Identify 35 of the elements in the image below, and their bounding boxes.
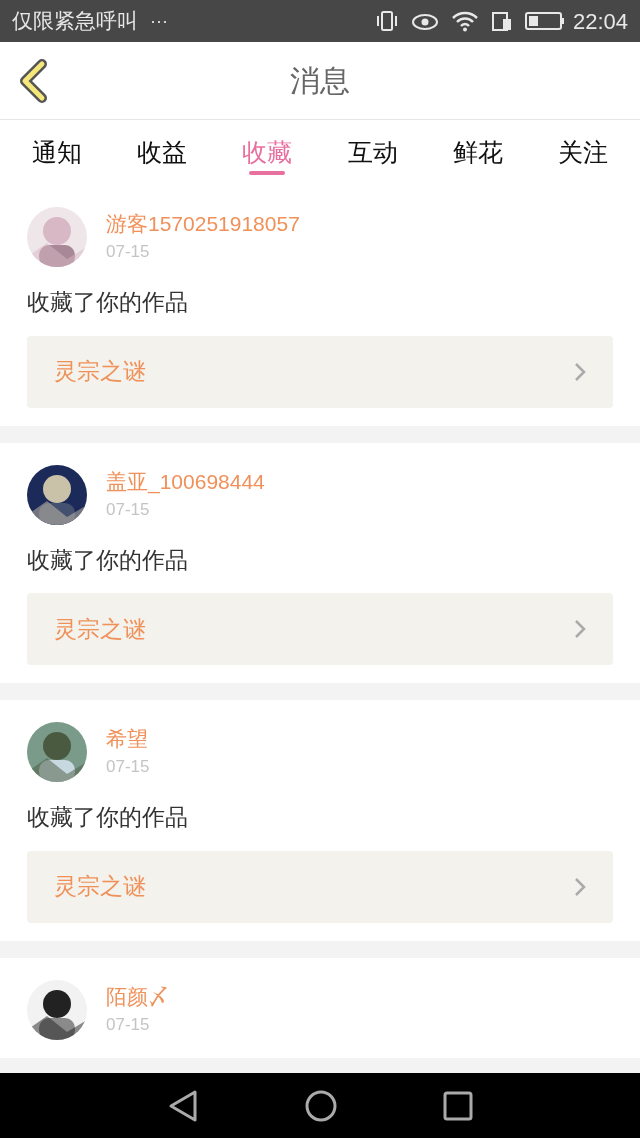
chevron-right-icon bbox=[574, 876, 586, 897]
battery-icon bbox=[524, 11, 565, 31]
user-name[interactable]: 希望 bbox=[106, 724, 150, 754]
wifi-icon bbox=[450, 10, 479, 32]
work-link[interactable]: 灵宗之谜 bbox=[27, 335, 613, 408]
user-name[interactable]: 陌颜〆 bbox=[106, 981, 169, 1012]
status-more: ··· bbox=[150, 9, 168, 33]
back-icon[interactable] bbox=[167, 1088, 199, 1123]
chevron-right-icon bbox=[574, 361, 586, 382]
message-date: 07-15 bbox=[106, 241, 151, 263]
vibrate-icon bbox=[374, 10, 399, 32]
message-text: 收藏了你的作品 bbox=[27, 288, 189, 317]
home-icon[interactable] bbox=[305, 1089, 337, 1122]
chevron-right-icon bbox=[574, 619, 586, 639]
tab[interactable]: 鲜花 bbox=[425, 120, 531, 185]
sim-card-icon bbox=[490, 10, 513, 32]
message-date: 07-15 bbox=[106, 1013, 151, 1036]
tab[interactable]: 收益 bbox=[109, 120, 215, 185]
message-date: 07-15 bbox=[106, 756, 150, 778]
tab[interactable]: 收藏 bbox=[214, 120, 320, 185]
recents-icon[interactable] bbox=[443, 1090, 473, 1121]
tab[interactable]: 关注 bbox=[530, 120, 636, 185]
status-notice: 仅限紧急呼叫 bbox=[12, 8, 138, 35]
work-link[interactable]: 灵宗之谜 bbox=[27, 850, 613, 923]
eye-icon bbox=[410, 11, 439, 31]
message-text: 收藏了你的作品 bbox=[27, 545, 189, 575]
status-time: 22:04 bbox=[572, 7, 628, 36]
user-name[interactable]: 游客1570251918057 bbox=[106, 209, 300, 239]
user-name[interactable]: 盖亚_100698444 bbox=[106, 466, 265, 497]
tab[interactable]: 通知 bbox=[4, 120, 110, 185]
page-title: 消息 bbox=[290, 63, 350, 99]
work-link[interactable]: 灵宗之谜 bbox=[27, 593, 613, 665]
message-date: 07-15 bbox=[106, 498, 151, 521]
message-text: 收藏了你的作品 bbox=[27, 803, 189, 832]
tab[interactable]: 互动 bbox=[320, 120, 426, 185]
